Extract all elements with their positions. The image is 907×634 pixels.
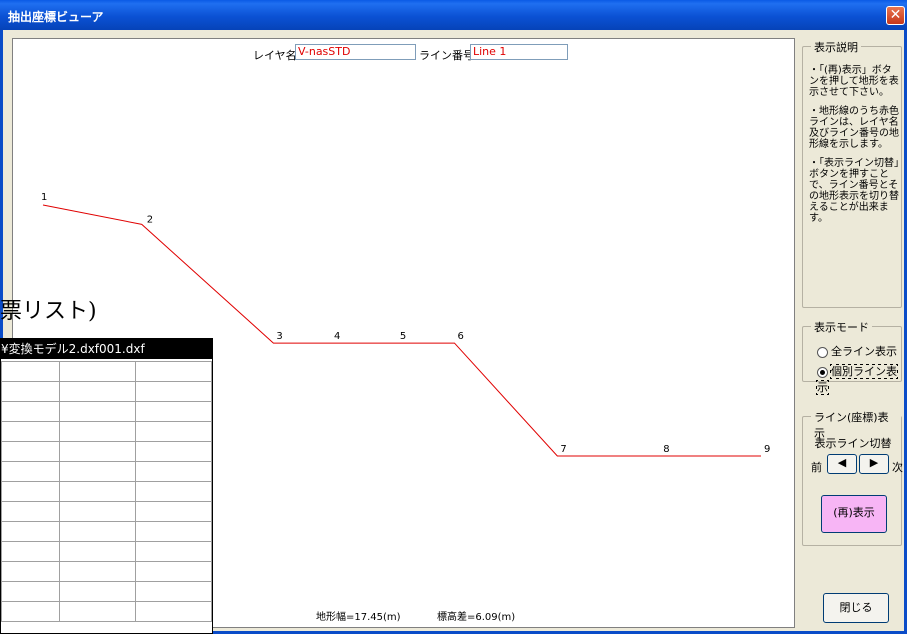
grid-cell — [59, 401, 137, 422]
grid-cell — [59, 481, 137, 502]
grid-cell — [135, 581, 212, 602]
grid-row — [1, 401, 212, 422]
grid-row — [1, 501, 212, 522]
radio-circle-selected[interactable] — [817, 366, 828, 378]
grid-row — [1, 581, 212, 602]
grid-cell — [59, 541, 137, 562]
description-title: 表示説明 — [811, 39, 861, 55]
grid-cell — [1, 401, 61, 422]
point-label: 9 — [764, 444, 770, 455]
point-label: 3 — [276, 331, 282, 342]
grid-cell — [135, 401, 212, 422]
line-number-label: ライン番号: — [419, 49, 478, 62]
terrain-width-text: 地形幅=17.45(m) — [316, 612, 401, 623]
prev-line-button[interactable]: ◀ — [827, 454, 857, 474]
grid-cell — [135, 361, 212, 382]
grid-cell — [135, 441, 212, 462]
grid-cell — [59, 521, 137, 542]
redraw-button[interactable]: (再)表示 — [821, 495, 887, 533]
background-window-header: ¥変換モデル2.dxf001.dxf — [1, 339, 212, 359]
grid-cell — [1, 601, 61, 622]
grid-cell — [1, 521, 61, 542]
grid-cell — [59, 441, 137, 462]
radio-all-lines-label: 全ライン表示 — [831, 345, 897, 358]
grid-cell — [135, 561, 212, 582]
triangle-left-icon: ◀ — [837, 456, 847, 469]
grid-row — [1, 481, 212, 502]
grid-cell — [1, 561, 61, 582]
prev-label: 前 — [811, 461, 822, 474]
grid-cell — [135, 601, 212, 622]
line-number-field[interactable]: Line 1 — [470, 44, 568, 60]
point-label: 2 — [147, 214, 153, 225]
grid-cell — [1, 481, 61, 502]
radio-all-lines[interactable]: 全ライン表示 — [817, 343, 897, 359]
grid-cell — [59, 421, 137, 442]
background-window-title-fragment: 票リスト) — [0, 299, 97, 324]
point-label: 1 — [41, 192, 47, 203]
radio-circle[interactable] — [817, 346, 828, 358]
grid-cell — [135, 381, 212, 402]
window-title: 抽出座標ビューア — [8, 10, 104, 24]
point-label: 7 — [560, 444, 566, 455]
grid-row — [1, 381, 212, 402]
title-bar[interactable]: 抽出座標ビューア ✕ — [0, 0, 907, 30]
grid-row — [1, 441, 212, 462]
grid-cell — [1, 461, 61, 482]
radio-single-line[interactable]: 個別ライン表示 — [816, 363, 901, 395]
grid-row — [1, 561, 212, 582]
layer-name-label: レイヤ名: — [253, 49, 301, 62]
point-label: 4 — [334, 331, 340, 342]
grid-cell — [1, 381, 61, 402]
grid-row — [1, 521, 212, 542]
grid-row — [1, 421, 212, 442]
radio-single-line-label: 個別ライン表示 — [816, 364, 898, 395]
line-switch-label: 表示ライン切替 — [814, 437, 892, 450]
display-mode-group: 表示モード 全ライン表示 個別ライン表示 — [802, 319, 902, 395]
grid-row — [1, 541, 212, 562]
next-label: 次 — [892, 461, 903, 474]
layer-name-field[interactable]: V-nasSTD — [295, 44, 416, 60]
grid-cell — [135, 541, 212, 562]
close-window-button[interactable]: ✕ — [886, 6, 905, 25]
background-window-grid — [1, 361, 212, 622]
grid-cell — [135, 521, 212, 542]
background-window: ¥変換モデル2.dxf001.dxf — [0, 338, 213, 634]
grid-row — [1, 601, 212, 622]
grid-cell — [135, 421, 212, 442]
grid-cell — [1, 361, 61, 382]
grid-cell — [1, 581, 61, 602]
grid-cell — [1, 441, 61, 462]
point-label: 8 — [663, 444, 669, 455]
elevation-diff-text: 標高差=6.09(m) — [437, 612, 516, 623]
display-mode-title: 表示モード — [811, 319, 872, 335]
point-label: 5 — [400, 331, 406, 342]
grid-row — [1, 361, 212, 382]
grid-cell — [1, 541, 61, 562]
grid-cell — [59, 601, 137, 622]
grid-cell — [59, 381, 137, 402]
triangle-right-icon: ▶ — [869, 456, 879, 469]
description-group: 表示説明 ・「(再)表示」ボタンを押して地形を表示させて下さい。 ・地形線のうち… — [802, 39, 902, 308]
description-paragraph: ・「表示ライン切替」ボタンを押すことで、ライン番号とその地形表示を切り替えること… — [809, 158, 899, 224]
grid-cell — [59, 581, 137, 602]
line-display-group: ライン(座標)表示 表示ライン切替 前 ◀ ▶ 次 (再)表示 — [802, 409, 903, 546]
grid-cell — [59, 461, 137, 482]
description-paragraph: ・「(再)表示」ボタンを押して地形を表示させて下さい。 — [809, 65, 899, 98]
close-button[interactable]: 閉じる — [823, 593, 889, 623]
next-line-button[interactable]: ▶ — [859, 454, 889, 474]
grid-cell — [1, 421, 61, 442]
grid-cell — [1, 501, 61, 522]
grid-cell — [59, 361, 137, 382]
grid-cell — [135, 501, 212, 522]
grid-cell — [59, 501, 137, 522]
description-paragraph: ・地形線のうち赤色ラインは、レイヤ名及びライン番号の地形線を示します。 — [809, 106, 899, 150]
grid-cell — [135, 461, 212, 482]
point-label: 6 — [457, 331, 463, 342]
grid-cell — [59, 561, 137, 582]
grid-cell — [135, 481, 212, 502]
grid-row — [1, 461, 212, 482]
